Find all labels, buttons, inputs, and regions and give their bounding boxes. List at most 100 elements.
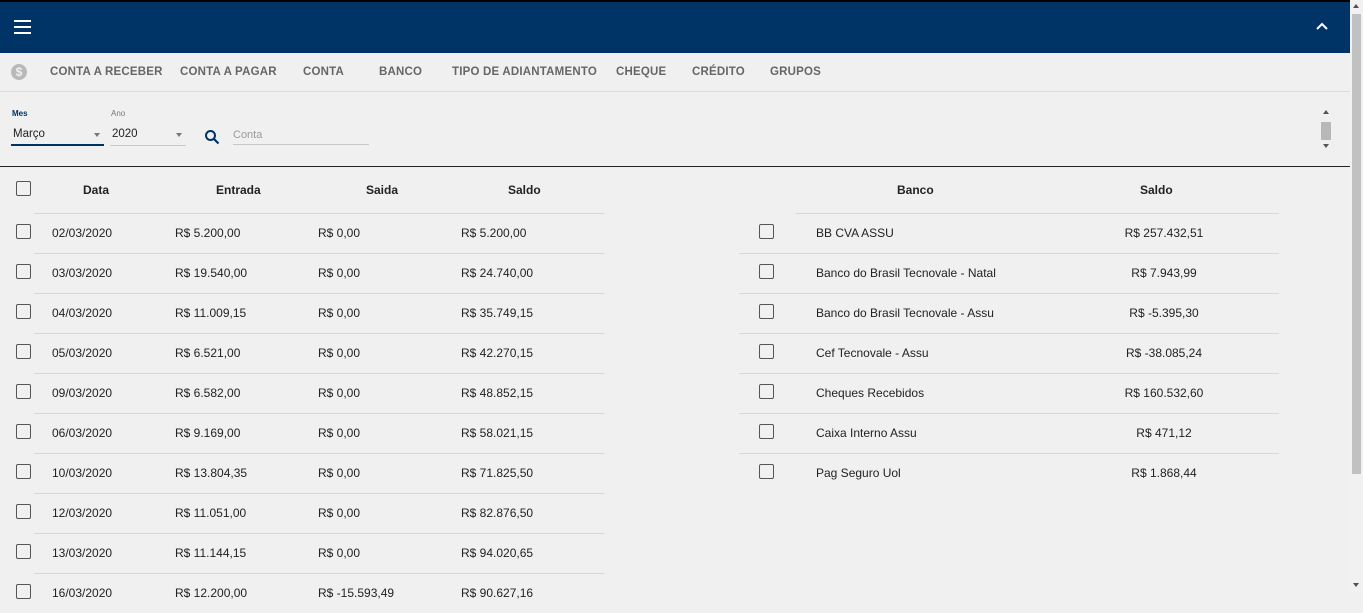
table-row[interactable]: Banco do Brasil Tecnovale - Natal R$ 7.94… (739, 253, 1279, 293)
date-cell: 02/03/2020 (52, 226, 113, 240)
table-row[interactable]: Cef Tecnovale - Assu R$ -38.085,24 (739, 333, 1279, 373)
year-label: Ano (111, 109, 126, 118)
row-checkbox[interactable] (16, 344, 31, 359)
saldo-cell: R$ 71.825,50 (461, 466, 534, 480)
entrada-cell: R$ 11.051,00 (175, 506, 247, 520)
search-icon[interactable] (204, 129, 220, 145)
table-row[interactable]: 10/03/2020 R$ 13.804,35 R$ 0,00 R$ 71.825,5… (0, 453, 604, 493)
bank-name-cell: Banco do Brasil Tecnovale - Assu (816, 306, 994, 320)
saldo-cell: R$ 5.200,00 (461, 226, 527, 240)
scroll-thumb[interactable] (1321, 122, 1331, 140)
table-row[interactable]: Cheques Recebidos R$ 160.532,60 (739, 373, 1279, 413)
date-cell: 06/03/2020 (52, 426, 113, 440)
row-checkbox[interactable] (759, 384, 774, 399)
row-checkbox[interactable] (16, 464, 31, 479)
date-cell: 04/03/2020 (52, 306, 113, 320)
row-checkbox[interactable] (16, 544, 31, 559)
row-checkbox[interactable] (16, 424, 31, 439)
tab-conta-a-pagar[interactable]: CONTA A PAGAR (180, 66, 277, 78)
chevron-up-icon[interactable] (1314, 19, 1330, 35)
saldo-cell: R$ 58.021,15 (461, 426, 534, 440)
scroll-up-icon[interactable] (1353, 4, 1359, 8)
saida-cell: R$ 0,00 (318, 546, 361, 560)
date-cell: 10/03/2020 (52, 466, 113, 480)
table-row[interactable]: 05/03/2020 R$ 6.521,00 R$ 0,00 R$ 42.270,15 (0, 333, 604, 373)
row-divider (739, 453, 1279, 454)
row-checkbox[interactable] (759, 224, 774, 239)
table-row[interactable]: 13/03/2020 R$ 11.144,15 R$ 0,00 R$ 94.020,6… (0, 533, 604, 573)
row-checkbox[interactable] (759, 344, 774, 359)
bank-name-cell: Cheques Recebidos (816, 386, 925, 400)
tab-cheque[interactable]: CHEQUE (616, 66, 666, 78)
tab-bar: $ CONTA A RECEBER CONTA A PAGAR CONTA BA… (0, 53, 1350, 92)
column-header-entrada: Entrada (216, 183, 261, 197)
entrada-cell: R$ 5.200,00 (175, 226, 241, 240)
page-scrollbar[interactable] (1350, 0, 1363, 591)
row-checkbox[interactable] (16, 504, 31, 519)
table-row[interactable]: 09/03/2020 R$ 6.582,00 R$ 0,00 R$ 48.852,15 (0, 373, 604, 413)
tab-conta-a-receber[interactable]: CONTA A RECEBER (50, 66, 163, 78)
tab-credito[interactable]: CRÉDITO (692, 66, 745, 78)
bank-name-cell: Caixa Interno Assu (816, 426, 917, 440)
date-cell: 05/03/2020 (52, 346, 113, 360)
row-checkbox[interactable] (16, 224, 31, 239)
table-row[interactable]: 03/03/2020 R$ 19.540,00 R$ 0,00 R$ 24.740,0… (0, 253, 604, 293)
table-row[interactable]: 12/03/2020 R$ 11.051,00 R$ 0,00 R$ 82.876,5… (0, 493, 604, 533)
saida-cell: R$ 0,00 (318, 266, 361, 280)
table-row[interactable]: 02/03/2020 R$ 5.200,00 R$ 0,00 R$ 5.200,00 (0, 213, 604, 253)
row-divider (34, 413, 604, 414)
table-row[interactable]: BB CVA ASSU R$ 257.432,51 (739, 213, 1279, 253)
table-row[interactable]: 06/03/2020 R$ 9.169,00 R$ 0,00 R$ 58.021,15 (0, 413, 604, 453)
row-checkbox[interactable] (759, 424, 774, 439)
month-select[interactable]: Março (11, 128, 104, 146)
date-cell: 13/03/2020 (52, 546, 113, 560)
month-label: Mes (12, 109, 28, 118)
table-row[interactable]: 16/03/2020 R$ 12.200,00 R$ -15.593,49 R$ 90… (0, 573, 604, 613)
entrada-cell: R$ 6.521,00 (175, 346, 241, 360)
dropdown-arrow-icon (176, 133, 182, 137)
table-row[interactable]: Pag Seguro Uol R$ 1.868,44 (739, 453, 1279, 493)
saldo-cell: R$ 42.270,15 (461, 346, 534, 360)
row-checkbox[interactable] (16, 304, 31, 319)
select-all-checkbox[interactable] (16, 181, 31, 196)
row-divider (739, 293, 1279, 294)
tab-grupos[interactable]: GRUPOS (770, 66, 821, 78)
tab-banco[interactable]: BANCO (379, 66, 422, 78)
row-checkbox[interactable] (759, 304, 774, 319)
tab-conta[interactable]: CONTA (303, 66, 344, 78)
entrada-cell: R$ 6.582,00 (175, 386, 241, 400)
row-checkbox[interactable] (16, 584, 31, 599)
filter-scrollbar[interactable] (1318, 110, 1334, 150)
row-divider (34, 533, 604, 534)
table-row[interactable]: Caixa Interno Assu R$ 471,12 (739, 413, 1279, 453)
entrada-cell: R$ 19.540,00 (175, 266, 248, 280)
row-checkbox[interactable] (16, 384, 31, 399)
table-row[interactable]: 04/03/2020 R$ 11.009,15 R$ 0,00 R$ 35.749,1… (0, 293, 604, 333)
entrada-cell: R$ 11.144,15 (175, 546, 247, 560)
scroll-down-icon[interactable] (1323, 144, 1329, 148)
month-value: Março (13, 128, 45, 140)
bank-name-cell: BB CVA ASSU (816, 226, 894, 240)
bank-balance-cell: R$ 7.943,99 (1131, 266, 1197, 280)
row-checkbox[interactable] (759, 464, 774, 479)
saida-cell: R$ -15.593,49 (318, 586, 395, 600)
year-select[interactable]: 2020 (110, 128, 186, 146)
row-divider (34, 493, 604, 494)
bank-name-cell: Banco do Brasil Tecnovale - Natal (816, 266, 996, 280)
entrada-cell: R$ 12.200,00 (175, 586, 248, 600)
tab-tipo-de-adiantamento[interactable]: TIPO DE ADIANTAMENTO (452, 66, 597, 78)
bank-balance-cell: R$ 160.532,60 (1124, 386, 1204, 400)
conta-search-input[interactable] (233, 125, 369, 145)
menu-icon[interactable] (14, 20, 31, 34)
saida-cell: R$ 0,00 (318, 226, 361, 240)
scroll-up-icon[interactable] (1323, 110, 1329, 114)
scroll-down-icon[interactable] (1353, 583, 1359, 587)
table-row[interactable]: Banco do Brasil Tecnovale - Assu R$ -5.39… (739, 293, 1279, 333)
date-cell: 16/03/2020 (52, 586, 113, 600)
row-checkbox[interactable] (16, 264, 31, 279)
year-value: 2020 (112, 128, 138, 140)
entrada-cell: R$ 13.804,35 (175, 466, 248, 480)
saida-cell: R$ 0,00 (318, 346, 361, 360)
row-checkbox[interactable] (759, 264, 774, 279)
scroll-thumb[interactable] (1352, 14, 1361, 474)
